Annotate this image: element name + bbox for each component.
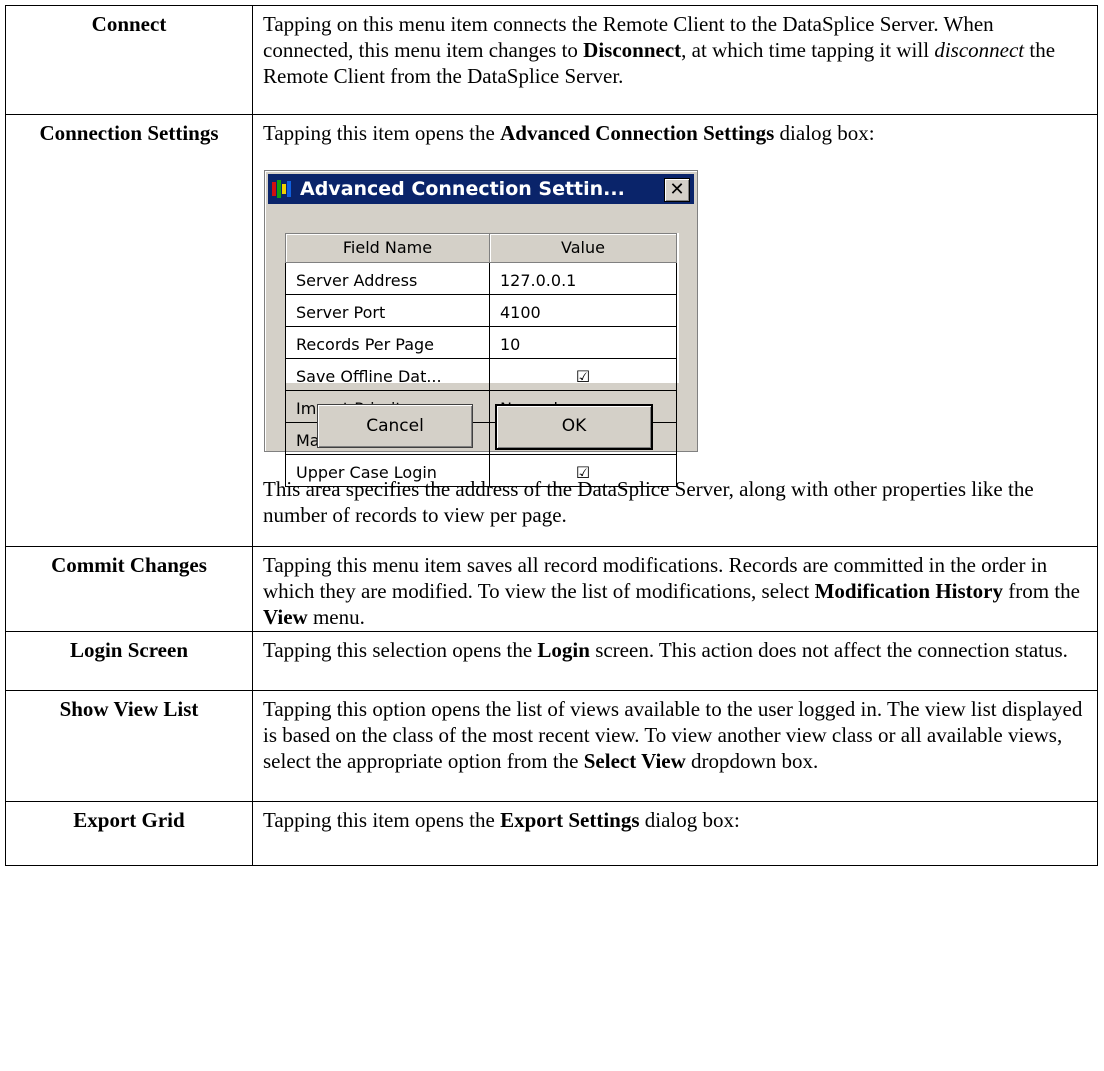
desc-italic: disconnect xyxy=(934,38,1025,62)
desc-bold: Login xyxy=(537,638,590,662)
desc-bold: View xyxy=(263,605,308,629)
desc-text: dialog box: xyxy=(639,808,740,832)
cancel-button[interactable]: Cancel xyxy=(317,404,473,448)
table-row[interactable]: Server Address 127.0.0.1 xyxy=(285,262,677,295)
field-name-cell: Upper Case Login xyxy=(285,454,490,487)
description-commit-changes: Tapping this menu item saves all record … xyxy=(252,546,1098,632)
table-row[interactable]: Records Per Page 10 xyxy=(285,326,677,359)
desc-bold: Modification History xyxy=(814,579,1003,603)
table-row[interactable]: Save Offline Dat... ☑ xyxy=(285,358,677,391)
description-connection-settings: Tapping this item opens the Advanced Con… xyxy=(252,114,1098,547)
desc-text: Tapping this item opens the xyxy=(263,121,501,145)
field-name-cell: Server Port xyxy=(285,294,490,327)
field-name-cell: Save Offline Dat... xyxy=(285,358,490,391)
description-export-grid: Tapping this item opens the Export Setti… xyxy=(252,801,1098,866)
description-connect: Tapping on this menu item connects the R… xyxy=(252,5,1098,115)
desc-bold: Advanced Connection Settings xyxy=(500,121,775,145)
desc-text: , at which time tapping it will xyxy=(681,38,935,62)
term-show-view-list: Show View List xyxy=(5,690,253,802)
description-show-view-list: Tapping this option opens the list of vi… xyxy=(252,690,1098,802)
table-row: Connect Tapping on this menu item connec… xyxy=(5,5,1098,115)
table-row[interactable]: Server Port 4100 xyxy=(285,294,677,327)
field-name-cell: Server Address xyxy=(285,262,490,295)
menu-reference-table: Connect Tapping on this menu item connec… xyxy=(5,5,1098,866)
field-name-cell: Records Per Page xyxy=(285,326,490,359)
term-login-screen: Login Screen xyxy=(5,631,253,691)
term-export-grid: Export Grid xyxy=(5,801,253,866)
term-commit-changes: Commit Changes xyxy=(5,546,253,632)
table-row: Connection Settings Tapping this item op… xyxy=(5,114,1098,547)
checkbox-icon[interactable]: ☑ xyxy=(489,358,677,391)
advanced-connection-settings-dialog: Advanced Connection Settin... ✕ Field Na… xyxy=(264,170,698,487)
table-row: Login Screen Tapping this selection open… xyxy=(5,631,1098,691)
field-value-cell[interactable]: 10 xyxy=(489,326,677,359)
desc-text: Tapping this selection opens the xyxy=(263,638,538,662)
field-value-cell[interactable]: 127.0.0.1 xyxy=(489,262,677,295)
checkbox-icon[interactable]: ☑ xyxy=(489,454,677,487)
table-row: Show View List Tapping this option opens… xyxy=(5,690,1098,802)
dialog-title: Advanced Connection Settin... xyxy=(300,178,625,200)
desc-text: Tapping this item opens the xyxy=(263,808,501,832)
description-login-screen: Tapping this selection opens the Login s… xyxy=(252,631,1098,691)
close-icon[interactable]: ✕ xyxy=(664,178,690,202)
column-header-field-name[interactable]: Field Name xyxy=(285,233,490,263)
table-row: Commit Changes Tapping this menu item sa… xyxy=(5,546,1098,632)
settings-grid: Field Name Value Server Address 127.0.0.… xyxy=(285,233,679,487)
app-icon xyxy=(272,180,291,198)
term-connection-settings: Connection Settings xyxy=(5,114,253,547)
ok-button[interactable]: OK xyxy=(495,404,653,450)
term-connect: Connect xyxy=(5,5,253,115)
dialog-title-bar[interactable]: Advanced Connection Settin... ✕ xyxy=(268,174,694,204)
table-row: Export Grid Tapping this item opens the … xyxy=(5,801,1098,866)
column-header-value[interactable]: Value xyxy=(489,233,677,263)
field-value-cell[interactable]: 4100 xyxy=(489,294,677,327)
desc-text: screen. This action does not affect the … xyxy=(589,638,1068,662)
desc-text: menu. xyxy=(307,605,365,629)
desc-text: dialog box: xyxy=(774,121,875,145)
desc-bold: Disconnect xyxy=(583,38,682,62)
desc-bold: Export Settings xyxy=(500,808,640,832)
desc-text: from the xyxy=(1003,579,1080,603)
table-row[interactable]: Upper Case Login ☑ xyxy=(285,454,677,487)
desc-text: dropdown box. xyxy=(685,749,819,773)
desc-bold: Select View xyxy=(583,749,686,773)
